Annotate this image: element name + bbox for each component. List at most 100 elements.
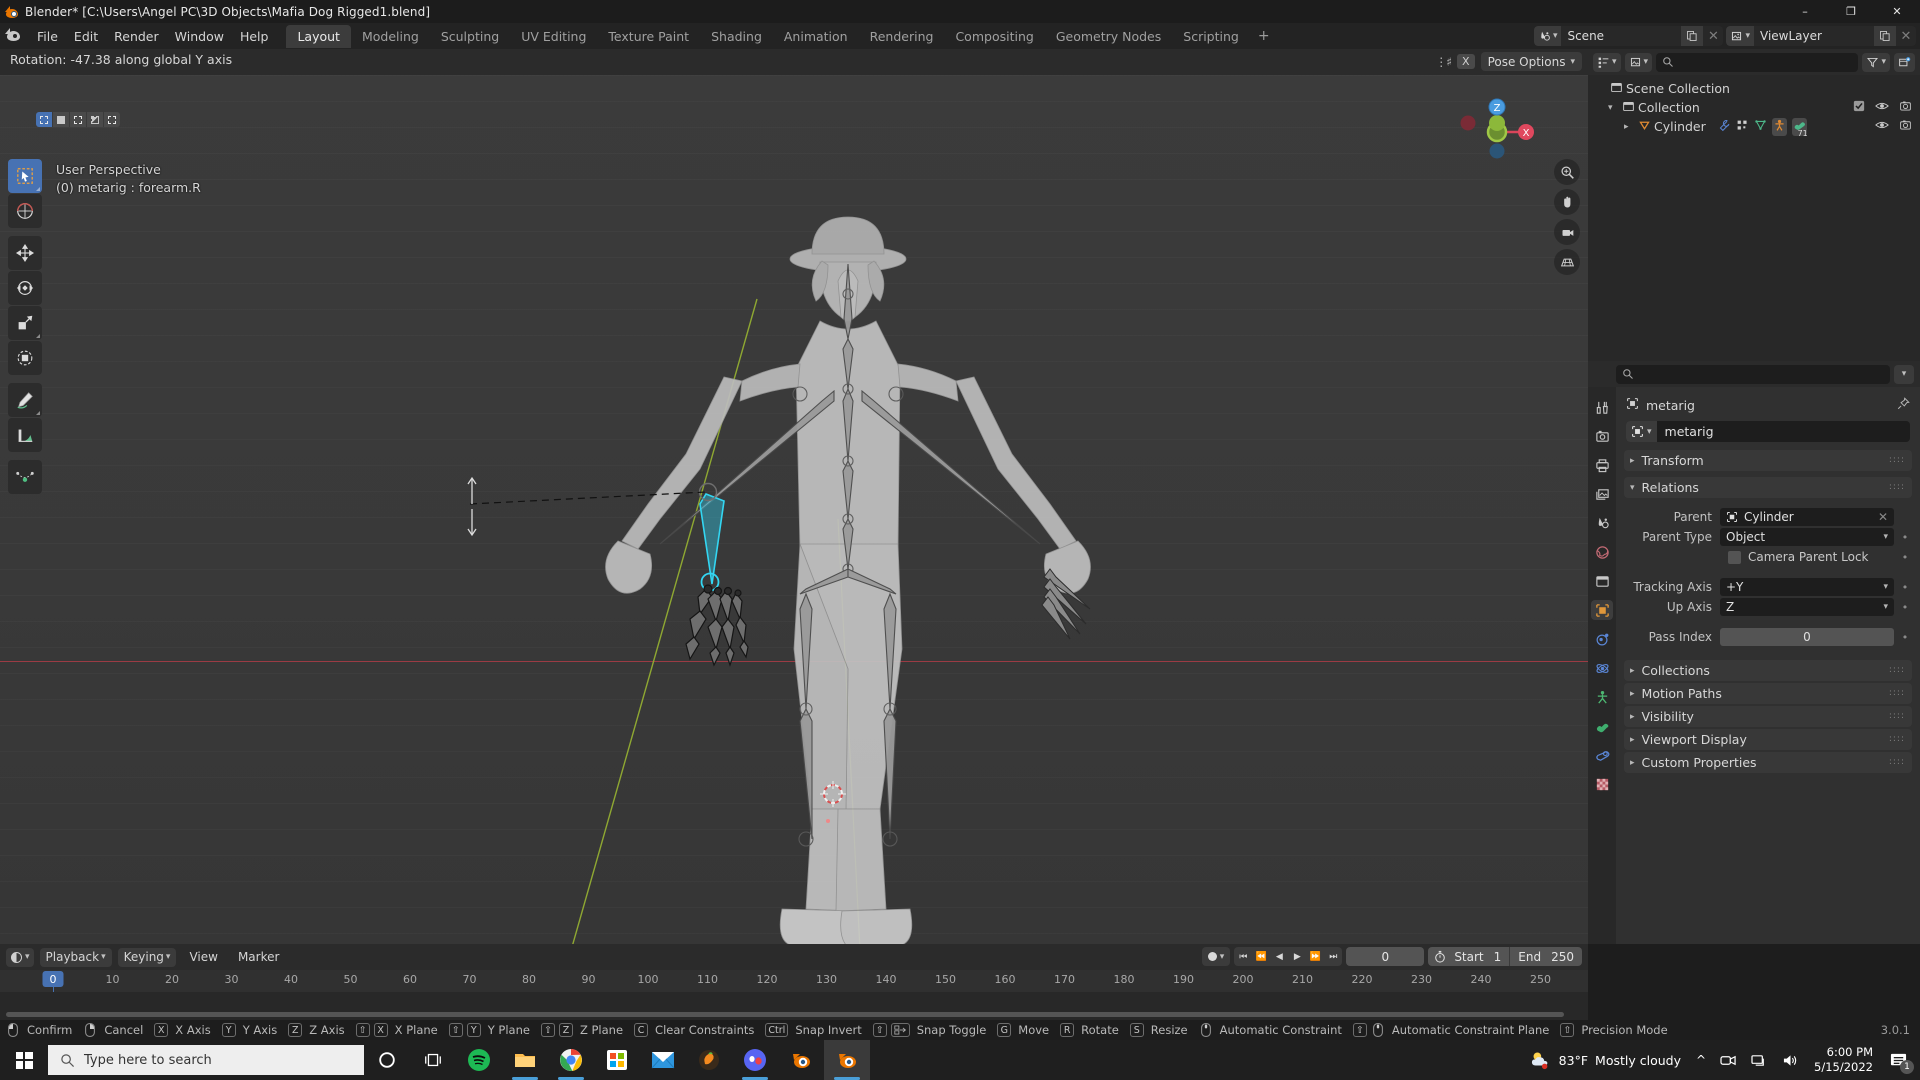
- wrench-modifier-icon[interactable]: [1718, 119, 1731, 135]
- tab-tool-properties[interactable]: [1591, 397, 1613, 417]
- animate-property-dot[interactable]: •: [1898, 551, 1912, 564]
- cortana-icon[interactable]: [364, 1040, 410, 1080]
- new-collection-button[interactable]: [1894, 52, 1915, 72]
- panel-transform[interactable]: ▸ Transform ::::: [1624, 450, 1912, 471]
- scale-tool-button[interactable]: [8, 306, 42, 340]
- meet-now-icon[interactable]: [1713, 1040, 1744, 1080]
- object-id-block[interactable]: ▾ metarig: [1626, 421, 1910, 442]
- clear-parent-button[interactable]: ✕: [1878, 510, 1888, 524]
- camera-parent-lock-checkbox[interactable]: [1728, 550, 1741, 564]
- maximize-button[interactable]: ❐: [1828, 0, 1874, 23]
- timeline-view-menu[interactable]: View: [182, 950, 224, 964]
- tab-collection-properties[interactable]: [1591, 571, 1613, 591]
- ortho-perspective-icon[interactable]: [1554, 249, 1580, 275]
- fl-studio-icon[interactable]: [686, 1040, 732, 1080]
- new-viewlayer-button[interactable]: [1874, 26, 1896, 46]
- file-explorer-icon[interactable]: [502, 1040, 548, 1080]
- panel-custom-properties[interactable]: ▸ Custom Properties ::::: [1624, 752, 1912, 773]
- timeline-playhead[interactable]: 0: [42, 971, 64, 987]
- add-workspace-button[interactable]: +: [1250, 26, 1278, 46]
- start-frame-field[interactable]: Start 1: [1446, 947, 1509, 966]
- jump-to-start-button[interactable]: ⏮: [1234, 947, 1252, 966]
- viewlayer-selector[interactable]: ▾ ViewLayer ✕: [1726, 26, 1916, 46]
- panel-relations[interactable]: ▾ Relations ::::: [1624, 477, 1912, 498]
- timeline-editor[interactable]: ▾ Playback ▾ Keying ▾ View Marker ▾ ⏮ ⏪: [0, 944, 1588, 1020]
- mesh-data-icon[interactable]: [1754, 119, 1767, 135]
- tab-animation[interactable]: Animation: [773, 25, 859, 48]
- tab-object-data-properties[interactable]: [1591, 716, 1613, 736]
- blender-menu-logo-icon[interactable]: [3, 26, 25, 46]
- 3d-viewport[interactable]: ⋮♯ X Pose Options ▾ Rotation: -47.38 alo…: [0, 49, 1588, 944]
- tweak-tool-button[interactable]: [8, 159, 42, 193]
- microsoft-store-icon[interactable]: [594, 1040, 640, 1080]
- tab-bone-constraint-properties[interactable]: [1591, 745, 1613, 765]
- menu-help[interactable]: Help: [232, 26, 277, 47]
- armature-pose-icon[interactable]: [1771, 117, 1787, 136]
- timeline-channels-area[interactable]: [0, 992, 1588, 1020]
- jump-to-end-button[interactable]: ⏭: [1324, 947, 1342, 966]
- tab-uv-editing[interactable]: UV Editing: [510, 25, 597, 48]
- tab-object-constraint-properties[interactable]: [1591, 687, 1613, 707]
- tab-output-properties[interactable]: [1591, 455, 1613, 475]
- volume-icon[interactable]: [1775, 1040, 1806, 1080]
- timeline-horizontal-scrollbar[interactable]: [6, 1012, 1564, 1017]
- up-axis-dropdown[interactable]: Z ▾: [1720, 598, 1894, 616]
- blender-icon-active[interactable]: [824, 1040, 870, 1080]
- zoom-icon[interactable]: [1554, 159, 1580, 185]
- tab-physics-properties[interactable]: [1591, 658, 1613, 678]
- tab-render-properties[interactable]: [1591, 426, 1613, 446]
- scene-name[interactable]: Scene: [1561, 29, 1681, 43]
- menu-file[interactable]: File: [29, 26, 66, 47]
- tab-modifier-properties[interactable]: [1591, 629, 1613, 649]
- properties-editor[interactable]: ▾ metarig ▾ metarig ▸ Transform:::: ▾ R…: [1588, 361, 1920, 944]
- timeline-keying-menu[interactable]: Keying ▾: [117, 947, 177, 967]
- tab-world-properties[interactable]: [1591, 542, 1613, 562]
- tab-modeling[interactable]: Modeling: [351, 25, 430, 48]
- disclosure-triangle[interactable]: ▸: [1624, 122, 1638, 132]
- object-icon[interactable]: ▾: [1626, 421, 1657, 442]
- outliner-editor-type-button[interactable]: ▾: [1593, 52, 1621, 72]
- bone-data-icon[interactable]: 71: [1791, 117, 1808, 138]
- new-scene-button[interactable]: [1681, 26, 1704, 46]
- unlink-scene-button[interactable]: ✕: [1703, 26, 1723, 46]
- parent-type-dropdown[interactable]: Object ▾: [1720, 528, 1894, 546]
- disclosure-triangle[interactable]: ▾: [1608, 103, 1622, 113]
- properties-options-button[interactable]: ▾: [1894, 364, 1914, 384]
- tracking-axis-dropdown[interactable]: +Y ▾: [1720, 578, 1894, 596]
- select-invert-mode[interactable]: [87, 112, 103, 127]
- minimize-button[interactable]: –: [1782, 0, 1828, 23]
- menu-edit[interactable]: Edit: [66, 26, 106, 47]
- tab-compositing[interactable]: Compositing: [944, 25, 1044, 48]
- chrome-icon[interactable]: [548, 1040, 594, 1080]
- tab-scripting[interactable]: Scripting: [1172, 25, 1250, 48]
- rotate-tool-button[interactable]: [8, 271, 42, 305]
- previous-keyframe-button[interactable]: ⏪: [1252, 947, 1270, 966]
- select-extend-mode[interactable]: [53, 112, 69, 127]
- end-frame-field[interactable]: End 250: [1510, 947, 1582, 966]
- tab-texture-paint[interactable]: Texture Paint: [597, 25, 700, 48]
- eye-icon[interactable]: [1875, 119, 1889, 134]
- show-hidden-icons-button[interactable]: ^: [1689, 1040, 1713, 1080]
- select-intersect-mode[interactable]: [104, 112, 120, 127]
- tab-rendering[interactable]: Rendering: [859, 25, 945, 48]
- taskbar-search-input[interactable]: Type here to search: [48, 1045, 364, 1075]
- animate-property-dot[interactable]: •: [1898, 531, 1912, 544]
- pin-icon[interactable]: [1897, 397, 1910, 413]
- tab-layout[interactable]: Layout: [286, 24, 351, 48]
- tab-view-layer-properties[interactable]: [1591, 484, 1613, 504]
- tab-geometry-nodes[interactable]: Geometry Nodes: [1045, 25, 1172, 48]
- start-button[interactable]: [0, 1040, 48, 1080]
- move-tool-button[interactable]: [8, 236, 42, 270]
- discord-icon[interactable]: [732, 1040, 778, 1080]
- header-x-button[interactable]: X: [1457, 54, 1475, 69]
- properties-search-input[interactable]: [1616, 364, 1890, 384]
- menu-render[interactable]: Render: [106, 26, 167, 47]
- pose-options-dropdown[interactable]: Pose Options ▾: [1480, 52, 1582, 71]
- camera-icon[interactable]: [1554, 219, 1580, 245]
- scene-selector[interactable]: ▾ Scene ✕: [1533, 26, 1724, 46]
- timeline-editor-type-button[interactable]: ▾: [6, 947, 34, 967]
- network-icon[interactable]: [1744, 1040, 1775, 1080]
- outliner-filter-button[interactable]: ▾: [1862, 52, 1890, 72]
- cursor-tool-button[interactable]: [8, 194, 42, 228]
- animate-property-dot[interactable]: •: [1898, 631, 1912, 644]
